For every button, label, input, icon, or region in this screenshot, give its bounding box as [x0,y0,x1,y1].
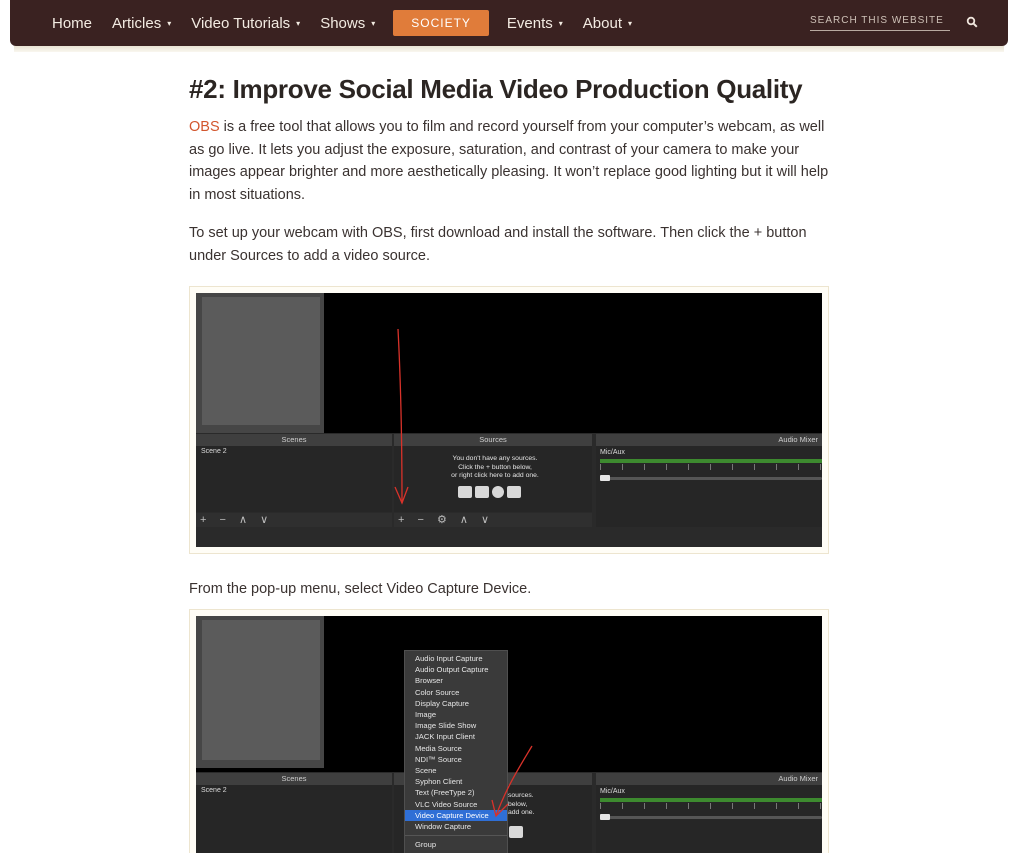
menu-item[interactable]: VLC Video Source [405,799,507,810]
sources-msg-line: or right click here to add one. [451,472,539,479]
source-type-icons [458,486,521,498]
scenes-toolbar-icons[interactable]: + − ∧ ∨ [196,513,273,527]
camera-icon [507,486,521,498]
globe-icon [492,486,504,498]
menu-item[interactable]: Color Source [405,687,507,698]
menu-item[interactable]: Display Capture [405,698,507,709]
audio-mixer-header: Audio Mixer [596,434,822,446]
volume-meter-ticks [600,464,822,470]
nav-shadow-divider [14,46,1004,52]
nav-events[interactable]: Events ▾ [497,0,573,46]
obs-left-panel [196,616,324,768]
chevron-down-icon: ▾ [558,18,563,28]
section-heading: #2: Improve Social Media Video Productio… [189,74,803,104]
volume-meter [600,459,822,463]
camera-icon [509,826,523,838]
obs-left-panel [196,293,324,433]
scenes-header: Scenes [196,773,392,785]
add-source-button[interactable]: + − ⚙ ∧ ∨ [394,513,494,527]
chevron-down-icon: ▾ [296,18,301,28]
obs-screenshot-figure: Scenes Scene 2 + − ∧ ∨ Sources You don't… [189,286,829,554]
search-input[interactable] [810,15,950,26]
menu-item[interactable]: Browser [405,675,507,686]
obs-window-image: Scenes Scene 2 + − ∧ ∨ Sources You don't… [196,293,822,547]
obs-link[interactable]: OBS [189,119,220,135]
scenes-header: Scenes [196,434,392,446]
menu-item[interactable]: Image Slide Show [405,720,507,731]
nav-video-tutorials-label: Video Tutorials [191,14,291,32]
search-icon[interactable] [966,16,978,28]
add-source-popup-menu: Audio Input Capture Audio Output Capture… [404,650,508,853]
obs-left-panel-inner [202,620,320,760]
nav-articles[interactable]: Articles ▾ [102,0,181,46]
chevron-down-icon: ▾ [628,18,633,28]
mic-aux-label: Mic/Aux [600,449,625,456]
nav-about[interactable]: About ▾ [573,0,642,46]
menu-item[interactable]: NDI™ Source [405,754,507,765]
obs-intro-paragraph: OBS is a free tool that allows you to fi… [189,116,829,206]
volume-meter-ticks [600,803,822,809]
volume-fader-handle[interactable] [600,475,610,481]
sources-msg-line: add one. [508,809,535,816]
volume-meter [600,798,822,802]
obs-preview-area [324,616,822,762]
scene-item[interactable]: Scene 2 [201,447,227,457]
nav-shows-label: Shows [320,14,366,32]
setup-paragraph: To set up your webcam with OBS, first do… [189,225,807,264]
scene-item[interactable]: Scene 2 [201,786,227,796]
search-box [810,11,950,31]
sources-toolbar: + − ⚙ ∧ ∨ [394,513,592,527]
menu-item[interactable]: Image [405,709,507,720]
menu-item[interactable]: Text (FreeType 2) [405,787,507,798]
audio-mixer-header: Audio Mixer [596,773,822,785]
menu-item[interactable]: Window Capture [405,821,507,832]
volume-fader-handle[interactable] [600,814,610,820]
menu-divider [405,835,507,837]
sources-msg-line: sources. [508,792,534,799]
nav-about-label: About [582,14,622,32]
nav-home-label: Home [52,14,93,32]
audio-mixer-panel [596,785,822,853]
menu-item[interactable]: JACK Input Client [405,731,507,742]
popup-instruction-paragraph: From the pop-up menu, select Video Captu… [189,581,532,597]
display-icon [475,486,489,498]
main-nav: Home Articles ▾ Video Tutorials ▾ Shows ▾ S… [42,0,642,46]
sources-msg-line: You don't have any sources. [452,455,538,462]
volume-fader[interactable] [600,477,822,480]
sources-empty-message: You don't have any sources. Click the + … [410,455,580,481]
nav-home[interactable]: Home [42,0,102,46]
sources-msg-line: below, [508,800,528,808]
obs-preview-area [324,293,822,423]
menu-item[interactable]: Syphon Client [405,776,507,787]
menu-item-group[interactable]: Group [405,839,507,850]
nav-shows[interactable]: Shows ▾ [310,0,385,46]
menu-item[interactable]: Media Source [405,743,507,754]
obs-intro-text: is a free tool that allows you to film a… [189,119,829,203]
sources-empty-message: sources. below, add one. [508,792,534,818]
menu-item[interactable]: Audio Input Capture [405,653,507,664]
nav-video-tutorials[interactable]: Video Tutorials ▾ [181,0,310,46]
sources-header: Sources [394,434,592,446]
chevron-down-icon: ▾ [371,18,376,28]
volume-fader[interactable] [600,816,822,819]
menu-item-video-capture-device[interactable]: Video Capture Device [405,809,507,822]
mic-aux-label: Mic/Aux [600,788,625,795]
nav-events-label: Events [506,14,553,32]
nav-society-button[interactable]: SOCIETY [393,10,489,36]
nav-articles-label: Articles [112,14,162,32]
menu-item[interactable]: Audio Output Capture [405,664,507,675]
sources-msg-line: Click the + button below, [458,463,532,471]
obs-left-panel-inner [202,297,320,425]
article-content: #2: Improve Social Media Video Productio… [189,70,829,267]
chevron-down-icon: ▾ [167,18,172,28]
scenes-toolbar: + − ∧ ∨ [196,513,392,527]
obs-window-image-2: Scenes Scene 2 sources. below, add one. … [196,616,822,853]
obs-menu-screenshot-figure: Scenes Scene 2 sources. below, add one. … [189,609,829,853]
menu-item[interactable]: Scene [405,765,507,776]
image-icon [458,486,472,498]
